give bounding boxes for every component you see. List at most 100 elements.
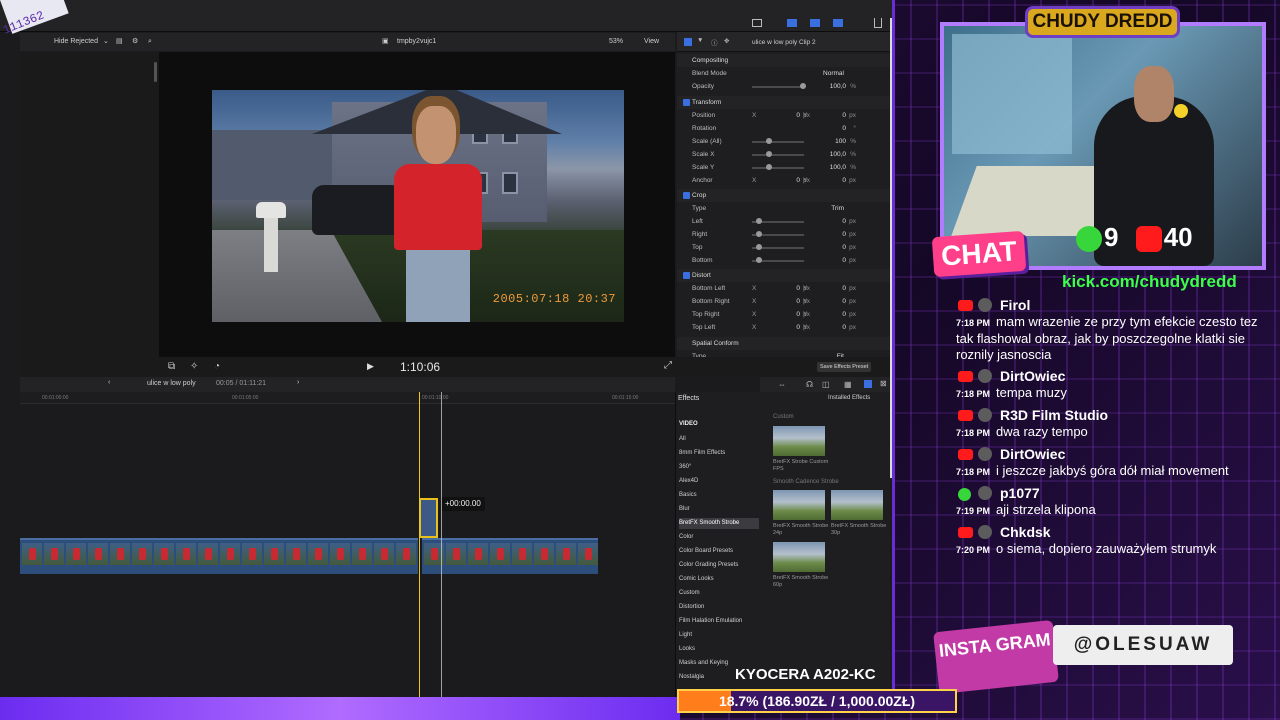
fullscreen-icon[interactable]: ⤢ xyxy=(664,360,672,371)
timeline-project-dropdown[interactable]: ulice w low poly xyxy=(147,380,196,387)
audio-skimming-icon[interactable]: ◫ xyxy=(822,380,830,389)
timeline-toggle-icon[interactable] xyxy=(810,19,820,27)
video-inspector-icon[interactable] xyxy=(684,38,692,46)
crop-right-row[interactable]: Right 0 px xyxy=(677,228,890,241)
blend-mode-row[interactable]: Blend Mode Normal xyxy=(677,67,890,80)
opacity-row[interactable]: Opacity 100,0% xyxy=(677,80,890,93)
forward-arrow-icon[interactable]: › xyxy=(297,379,299,386)
distort-section[interactable]: Distort xyxy=(677,269,890,282)
effect-category[interactable]: Distortion xyxy=(679,602,759,613)
filmstrip-icon[interactable]: ▤ xyxy=(116,33,123,51)
effect-category[interactable]: Custom xyxy=(679,588,759,599)
chat-user: R3D Film Studio xyxy=(952,406,1262,424)
kick-icon xyxy=(1076,226,1102,253)
inspector-toggle-icon[interactable] xyxy=(833,19,843,27)
primary-storyline-clip-2[interactable] xyxy=(422,538,598,574)
effect-category[interactable]: Color xyxy=(679,532,759,543)
speed-tool-icon[interactable]: ◔ xyxy=(214,361,220,372)
library-icon[interactable] xyxy=(752,19,762,27)
clip-thumbnail xyxy=(374,543,394,565)
chat-text: mam wrazenie ze przy tym efekcie czesto … xyxy=(956,314,1258,362)
enhance-tool-icon[interactable]: ✧ xyxy=(190,361,198,372)
distort-top-right-row[interactable]: Top Right X 0 px Y 0 px xyxy=(677,308,890,321)
effect-thumbnail[interactable] xyxy=(773,490,825,520)
crop-left-row[interactable]: Left 0 px xyxy=(677,215,890,228)
crop-section[interactable]: Crop xyxy=(677,189,890,202)
settings-icon[interactable]: ⚙ xyxy=(132,33,138,51)
ruler-tick: 00:01:15:00 xyxy=(612,395,639,401)
headphones-icon[interactable]: ☊ xyxy=(806,380,813,389)
chat-time: 7:18 PM xyxy=(956,389,991,399)
streamer-face xyxy=(1134,66,1174,122)
installed-effects-dropdown[interactable]: Installed Effects xyxy=(828,395,870,401)
search-icon[interactable]: ⌕ xyxy=(148,33,152,51)
timeline-ruler[interactable]: 00:01:00:00 00:01:05:00 00:01:10:00 00:0… xyxy=(20,392,675,404)
save-effects-preset-button[interactable]: Save Effects Preset xyxy=(817,362,872,372)
transform-section[interactable]: Transform xyxy=(677,96,890,109)
hide-rejected-dropdown[interactable]: Hide Rejected xyxy=(54,33,98,51)
chat-user: Firol xyxy=(952,296,1262,314)
info-icon[interactable]: ⓘ xyxy=(711,37,718,47)
effect-category[interactable]: All xyxy=(679,434,759,445)
view-dropdown[interactable]: View xyxy=(644,33,659,51)
effects-browser-icon[interactable] xyxy=(864,380,872,388)
transitions-icon[interactable]: ⊠ xyxy=(880,379,887,388)
effect-category[interactable]: Color Board Presets xyxy=(679,546,759,557)
clip-thumbnail xyxy=(556,543,576,565)
share-icon[interactable] xyxy=(874,18,882,28)
effect-thumbnail[interactable] xyxy=(773,426,825,456)
transform-tool-icon[interactable]: ⧉ xyxy=(168,361,175,372)
viewer-frame: 2005:07:18 20:37 xyxy=(212,90,624,322)
effect-category[interactable]: Film Halation Emulation xyxy=(679,616,759,627)
position-row[interactable]: Position X 0 px Y 0 px xyxy=(677,109,890,122)
back-arrow-icon[interactable]: ‹ xyxy=(108,379,110,386)
primary-storyline-clip[interactable] xyxy=(20,538,418,574)
effect-category[interactable]: Looks xyxy=(679,644,759,655)
crop-top-row[interactable]: Top 0 px xyxy=(677,241,890,254)
effect-category[interactable]: 8mm Film Effects xyxy=(679,448,759,459)
chat-text-line: 7:20 PM o siema, dopiero zauważyłem strum… xyxy=(952,541,1262,558)
distort-top-left-row[interactable]: Top Left X 0 px Y 0 px xyxy=(677,321,890,334)
connected-clip[interactable] xyxy=(419,498,438,538)
crop-type-row[interactable]: Type Trim xyxy=(677,202,890,215)
library-sidebar xyxy=(20,52,160,357)
effect-thumbnail[interactable] xyxy=(831,490,883,520)
effect-category[interactable]: Alex4D xyxy=(679,476,759,487)
chat-time: 7:19 PM xyxy=(956,506,991,516)
effect-category[interactable]: Blur xyxy=(679,504,759,515)
browser-toggle-icon[interactable] xyxy=(787,19,797,27)
compositing-section[interactable]: Compositing xyxy=(677,54,890,67)
rotation-row[interactable]: Rotation 0 ° xyxy=(677,122,890,135)
transform-icon[interactable]: ✥ xyxy=(724,37,729,45)
distort-bottom-left-row[interactable]: Bottom Left X 0 px Y 0 px xyxy=(677,282,890,295)
playhead[interactable] xyxy=(419,392,420,697)
spatial-conform-section[interactable]: Spatial Conform xyxy=(677,337,890,350)
viewer-controls: ⧉ ✧ ◔ ▶ 1:10:06 ⤢ Save Effects Preset xyxy=(20,357,890,377)
effect-category[interactable]: Comic Looks xyxy=(679,574,759,585)
youtube-icon xyxy=(958,449,973,460)
distort-bottom-right-row[interactable]: Bottom Right X 0 px Y 0 px xyxy=(677,295,890,308)
scale-x-row[interactable]: Scale X 100,0% xyxy=(677,148,890,161)
effect-category[interactable]: Color Grading Presets xyxy=(679,560,759,571)
clip-thumbnail xyxy=(490,543,510,565)
scrollbar[interactable] xyxy=(154,62,157,82)
snapping-icon[interactable]: ▦ xyxy=(844,380,852,389)
scale-all-row[interactable]: Scale (All) 100% xyxy=(677,135,890,148)
effect-category[interactable]: 360° xyxy=(679,462,759,473)
effect-category[interactable]: BretFX Smooth Strobe xyxy=(679,518,759,529)
chat-username: DirtOwiec xyxy=(1000,446,1066,462)
chat-text-line: 7:18 PM i jeszcze jakbyś góra dół miał mo… xyxy=(952,463,1262,480)
effects-browser: Effects Installed Effects VIDEO All 8mm F… xyxy=(675,392,890,697)
clip-appearance-icon[interactable]: ⇔ xyxy=(778,380,786,389)
anchor-row[interactable]: Anchor X 0 px Y 0 px xyxy=(677,174,890,187)
filter-icon[interactable]: ▼ xyxy=(697,37,703,44)
effect-category[interactable]: Light xyxy=(679,630,759,641)
project-icon: ▣ xyxy=(382,38,389,45)
play-icon[interactable]: ▶ xyxy=(367,361,374,372)
effect-thumbnail[interactable] xyxy=(773,542,825,572)
effect-category[interactable]: Basics xyxy=(679,490,759,501)
chat-user: Chkdsk xyxy=(952,523,1262,541)
crop-bottom-row[interactable]: Bottom 0 px xyxy=(677,254,890,267)
zoom-dropdown[interactable]: 53% xyxy=(609,33,623,51)
scale-y-row[interactable]: Scale Y 100,0% xyxy=(677,161,890,174)
